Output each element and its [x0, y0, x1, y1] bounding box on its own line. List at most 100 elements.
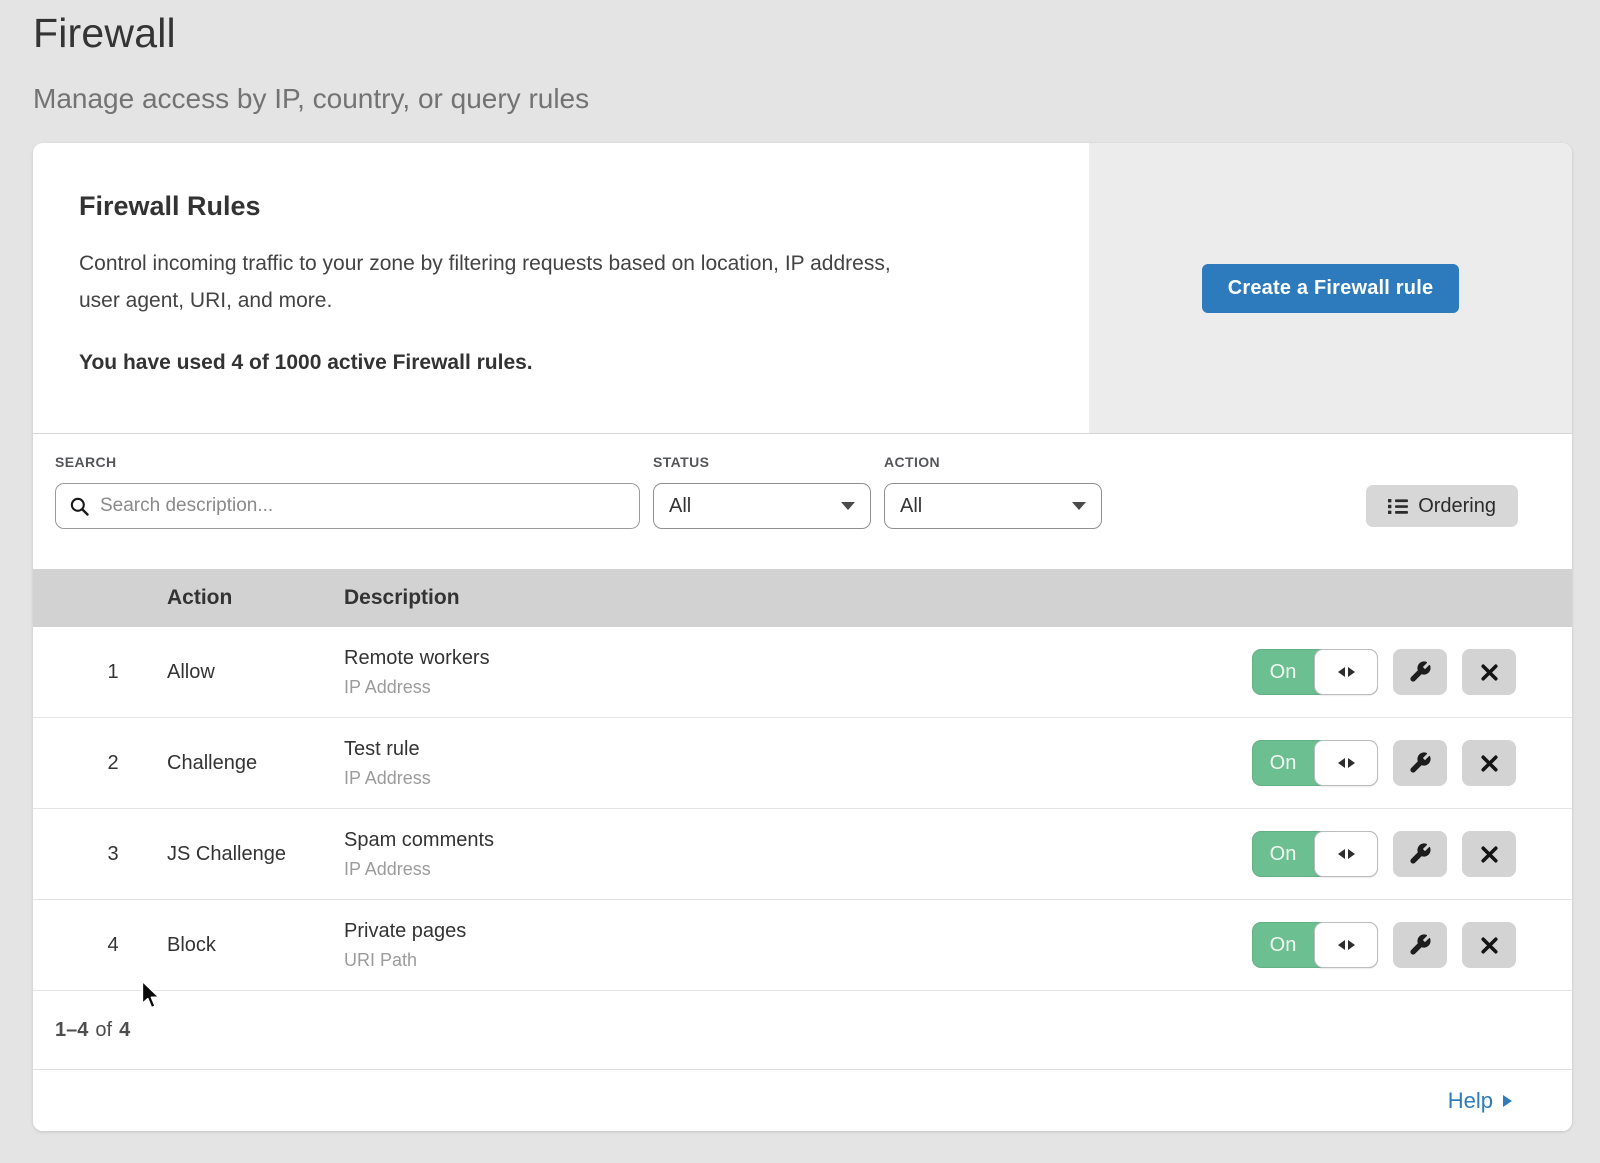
help-link-label: Help	[1448, 1088, 1493, 1114]
wrench-icon	[1408, 842, 1432, 866]
rule-priority: 1	[33, 661, 167, 684]
pagination-row: 1–4 of 4	[33, 991, 1572, 1070]
help-link[interactable]: Help	[1448, 1088, 1512, 1114]
table-row: 2 Challenge Test rule IP Address On	[33, 718, 1572, 809]
rule-match-type: IP Address	[344, 768, 1252, 789]
table-header: Action Description	[33, 569, 1572, 627]
rule-action: Block	[167, 934, 344, 957]
edit-rule-button[interactable]	[1393, 922, 1447, 968]
edit-rule-button[interactable]	[1393, 740, 1447, 786]
rule-description: Spam comments	[344, 829, 1252, 852]
help-row: Help	[33, 1070, 1572, 1131]
action-select[interactable]: All	[884, 483, 1102, 529]
rules-usage-note: You have used 4 of 1000 active Firewall …	[79, 351, 1029, 375]
rule-match-type: IP Address	[344, 677, 1252, 698]
wrench-icon	[1408, 751, 1432, 775]
page-subtitle: Manage access by IP, country, or query r…	[33, 83, 589, 115]
status-select[interactable]: All	[653, 483, 871, 529]
action-filter-group: ACTION All	[884, 454, 1102, 529]
toggle-on-label: On	[1252, 649, 1314, 695]
x-icon	[1479, 935, 1500, 956]
ordered-list-icon	[1388, 498, 1408, 515]
rule-description: Remote workers	[344, 647, 1252, 670]
drag-handle-icon[interactable]	[1314, 831, 1378, 877]
filter-bar: SEARCH STATUS All	[33, 434, 1572, 569]
toggle-on-label: On	[1252, 740, 1314, 786]
ordering-button-label: Ordering	[1418, 495, 1496, 518]
rule-enabled-toggle[interactable]: On	[1252, 649, 1378, 695]
rule-priority: 4	[33, 934, 167, 957]
table-row: 3 JS Challenge Spam comments IP Address …	[33, 809, 1572, 900]
rule-priority: 3	[33, 843, 167, 866]
rule-controls: On	[1252, 922, 1572, 968]
search-input[interactable]	[100, 495, 626, 517]
search-box	[55, 483, 640, 529]
pagination-range: 1–4	[55, 1019, 88, 1042]
x-icon	[1479, 662, 1500, 683]
rule-match-type: URI Path	[344, 950, 1252, 971]
status-filter-group: STATUS All	[653, 454, 871, 529]
arrow-right-icon	[1503, 1095, 1512, 1107]
drag-handle-icon[interactable]	[1314, 649, 1378, 695]
status-selected-value: All	[669, 495, 691, 518]
chevron-down-icon	[841, 502, 855, 510]
search-icon	[69, 496, 90, 517]
edit-rule-button[interactable]	[1393, 649, 1447, 695]
rule-description: Private pages	[344, 920, 1252, 943]
rule-enabled-toggle[interactable]: On	[1252, 740, 1378, 786]
rule-action: Challenge	[167, 752, 344, 775]
table-row: 4 Block Private pages URI Path On	[33, 900, 1572, 991]
rule-match-type: IP Address	[344, 859, 1252, 880]
search-filter-group: SEARCH	[55, 454, 640, 529]
table-row: 1 Allow Remote workers IP Address On	[33, 627, 1572, 718]
search-label: SEARCH	[55, 454, 640, 470]
delete-rule-button[interactable]	[1462, 831, 1516, 877]
pagination-total: 4	[119, 1019, 130, 1042]
rule-description-cell: Spam comments IP Address	[344, 829, 1252, 880]
action-selected-value: All	[900, 495, 922, 518]
rules-list-section: SEARCH STATUS All	[33, 434, 1572, 1131]
drag-handle-icon[interactable]	[1314, 922, 1378, 968]
create-firewall-rule-button[interactable]: Create a Firewall rule	[1202, 264, 1460, 313]
rules-description-line2: user agent, URI, and more.	[79, 282, 1029, 319]
edit-rule-button[interactable]	[1393, 831, 1447, 877]
rule-description: Test rule	[344, 738, 1252, 761]
rules-heading: Firewall Rules	[79, 191, 1029, 222]
column-action: Action	[167, 586, 344, 610]
status-label: STATUS	[653, 454, 871, 470]
x-icon	[1479, 844, 1500, 865]
chevron-down-icon	[1072, 502, 1086, 510]
x-icon	[1479, 753, 1500, 774]
wrench-icon	[1408, 660, 1432, 684]
pagination-of: of	[95, 1019, 112, 1042]
rule-controls: On	[1252, 740, 1572, 786]
delete-rule-button[interactable]	[1462, 740, 1516, 786]
rules-info-section: Firewall Rules Control incoming traffic …	[33, 143, 1572, 434]
wrench-icon	[1408, 933, 1432, 957]
rule-enabled-toggle[interactable]: On	[1252, 922, 1378, 968]
column-description: Description	[344, 586, 1572, 610]
rule-action: Allow	[167, 661, 344, 684]
rule-controls: On	[1252, 649, 1572, 695]
rule-priority: 2	[33, 752, 167, 775]
delete-rule-button[interactable]	[1462, 922, 1516, 968]
rules-description-line1: Control incoming traffic to your zone by…	[79, 245, 1029, 282]
rule-controls: On	[1252, 831, 1572, 877]
rules-description: Control incoming traffic to your zone by…	[79, 245, 1029, 319]
rule-action: JS Challenge	[167, 843, 344, 866]
rule-description-cell: Private pages URI Path	[344, 920, 1252, 971]
page-title: Firewall	[33, 10, 589, 57]
rules-info-text: Firewall Rules Control incoming traffic …	[33, 143, 1089, 433]
page-header: Firewall Manage access by IP, country, o…	[33, 10, 589, 115]
rule-enabled-toggle[interactable]: On	[1252, 831, 1378, 877]
toggle-on-label: On	[1252, 831, 1314, 877]
create-rule-panel: Create a Firewall rule	[1089, 143, 1572, 433]
toggle-on-label: On	[1252, 922, 1314, 968]
firewall-page: { "page": { "title": "Firewall", "subtit…	[0, 0, 1600, 1163]
rule-description-cell: Test rule IP Address	[344, 738, 1252, 789]
rule-description-cell: Remote workers IP Address	[344, 647, 1252, 698]
ordering-button[interactable]: Ordering	[1366, 485, 1518, 527]
firewall-rules-card: Firewall Rules Control incoming traffic …	[33, 143, 1572, 1131]
drag-handle-icon[interactable]	[1314, 740, 1378, 786]
delete-rule-button[interactable]	[1462, 649, 1516, 695]
